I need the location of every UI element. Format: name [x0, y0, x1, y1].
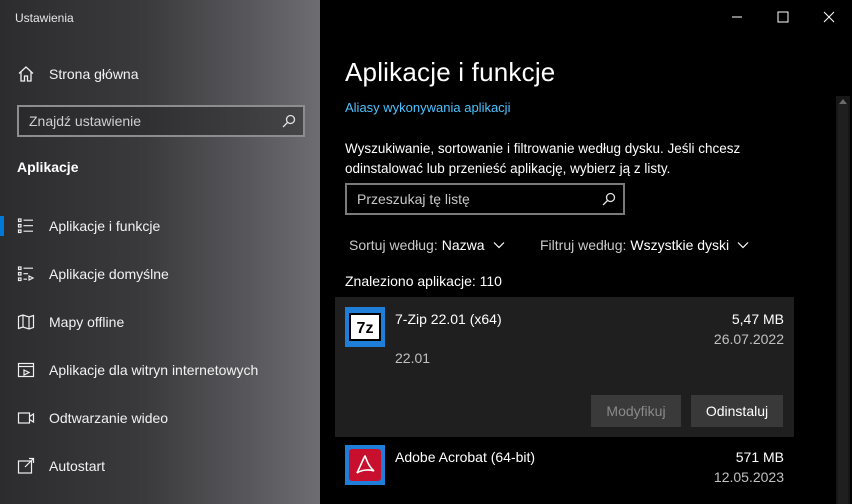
search-icon[interactable] [602, 192, 616, 206]
sidebar-item-startup[interactable]: Autostart [0, 446, 320, 486]
scrollbar[interactable] [836, 96, 850, 504]
sidebar-item-label: Aplikacje domyślne [49, 266, 169, 282]
sidebar-item-label: Aplikacje i funkcje [49, 218, 161, 234]
sidebar-item-label: Aplikacje dla witryn internetowych [49, 362, 259, 378]
7zip-icon: 7z [345, 307, 385, 347]
close-button[interactable] [806, 0, 852, 32]
acrobat-icon [345, 445, 385, 485]
app-size: 5,47 MB [731, 311, 784, 327]
app-date: 26.07.2022 [713, 331, 784, 347]
sidebar-item-offline-maps[interactable]: Mapy offline [0, 302, 320, 342]
sidebar-item-default-apps[interactable]: Aplikacje domyślne [0, 254, 320, 294]
app-list-search-input[interactable]: Przeszukaj tę listę [345, 183, 625, 215]
video-icon [17, 409, 35, 427]
search-icon[interactable] [282, 114, 296, 128]
sidebar-item-label: Strona główna [49, 66, 139, 82]
startup-icon [17, 457, 35, 475]
app-version: 22.01 [395, 350, 431, 366]
modify-button[interactable]: Modyfikuj [591, 395, 681, 427]
sidebar-item-label: Autostart [49, 458, 106, 474]
sidebar-item-home[interactable]: Strona główna [0, 58, 320, 90]
home-icon [17, 65, 35, 83]
sidebar-item-label: Odtwarzanie wideo [49, 410, 169, 426]
maximize-icon [777, 11, 789, 23]
web-apps-icon [17, 361, 35, 379]
search-placeholder: Znajdź ustawienie [29, 113, 142, 129]
chevron-down-icon [737, 242, 749, 249]
sort-dropdown[interactable]: Sortuj według: Nazwa [349, 237, 505, 253]
settings-search-input[interactable]: Znajdź ustawienie [17, 105, 305, 137]
selection-indicator [0, 216, 4, 236]
page-title: Aplikacje i funkcje [345, 57, 556, 87]
sidebar: Ustawienia Strona główna Znajdź ustawien… [0, 0, 320, 504]
app-name: Adobe Acrobat (64-bit) [395, 449, 536, 465]
sidebar-item-video-playback[interactable]: Odtwarzanie wideo [0, 398, 320, 438]
filter-dropdown[interactable]: Filtruj według: Wszystkie dyski [540, 237, 749, 253]
uninstall-button[interactable]: Odinstaluj [691, 395, 783, 427]
app-date: 12.05.2023 [713, 469, 784, 485]
app-count: Znaleziono aplikacje: 110 [345, 273, 502, 289]
sidebar-item-apps-features[interactable]: Aplikacje i funkcje [0, 206, 320, 246]
sidebar-item-label: Mapy offline [49, 314, 125, 330]
sort-value: Nazwa [441, 237, 485, 253]
sort-label: Sortuj według: [349, 237, 438, 253]
minimize-button[interactable] [714, 0, 760, 32]
maximize-button[interactable] [760, 0, 806, 32]
main-content: Aplikacje i funkcje Aliasy wykonywania a… [320, 0, 852, 504]
app-size: 571 MB [735, 449, 784, 465]
description-text: Wyszukiwanie, sortowanie i filtrowanie w… [345, 141, 741, 176]
map-icon [17, 313, 35, 331]
filter-value: Wszystkie dyski [630, 237, 730, 253]
default-apps-icon [17, 265, 35, 283]
app-name: 7-Zip 22.01 (x64) [395, 311, 502, 327]
minimize-icon [732, 16, 742, 18]
window-title: Ustawienia [15, 11, 74, 25]
sidebar-item-web-apps[interactable]: Aplikacje dla witryn internetowych [0, 350, 320, 390]
filter-label: Filtruj według: [540, 237, 627, 253]
search-placeholder: Przeszukaj tę listę [357, 191, 470, 207]
list-item-acrobat[interactable]: Adobe Acrobat (64-bit) 571 MB 12.05.2023 [335, 441, 794, 497]
chevron-down-icon [493, 242, 504, 249]
apps-features-icon [17, 217, 35, 235]
close-icon [823, 11, 835, 23]
list-item-7zip[interactable]: 7z 7-Zip 22.01 (x64) 5,47 MB 26.07.2022 … [335, 297, 794, 437]
section-title: Aplikacje [17, 159, 79, 175]
app-aliases-link[interactable]: Aliasy wykonywania aplikacji [345, 100, 510, 115]
scrollbar-thumb[interactable] [838, 104, 848, 504]
svg-text:7z: 7z [357, 320, 374, 337]
